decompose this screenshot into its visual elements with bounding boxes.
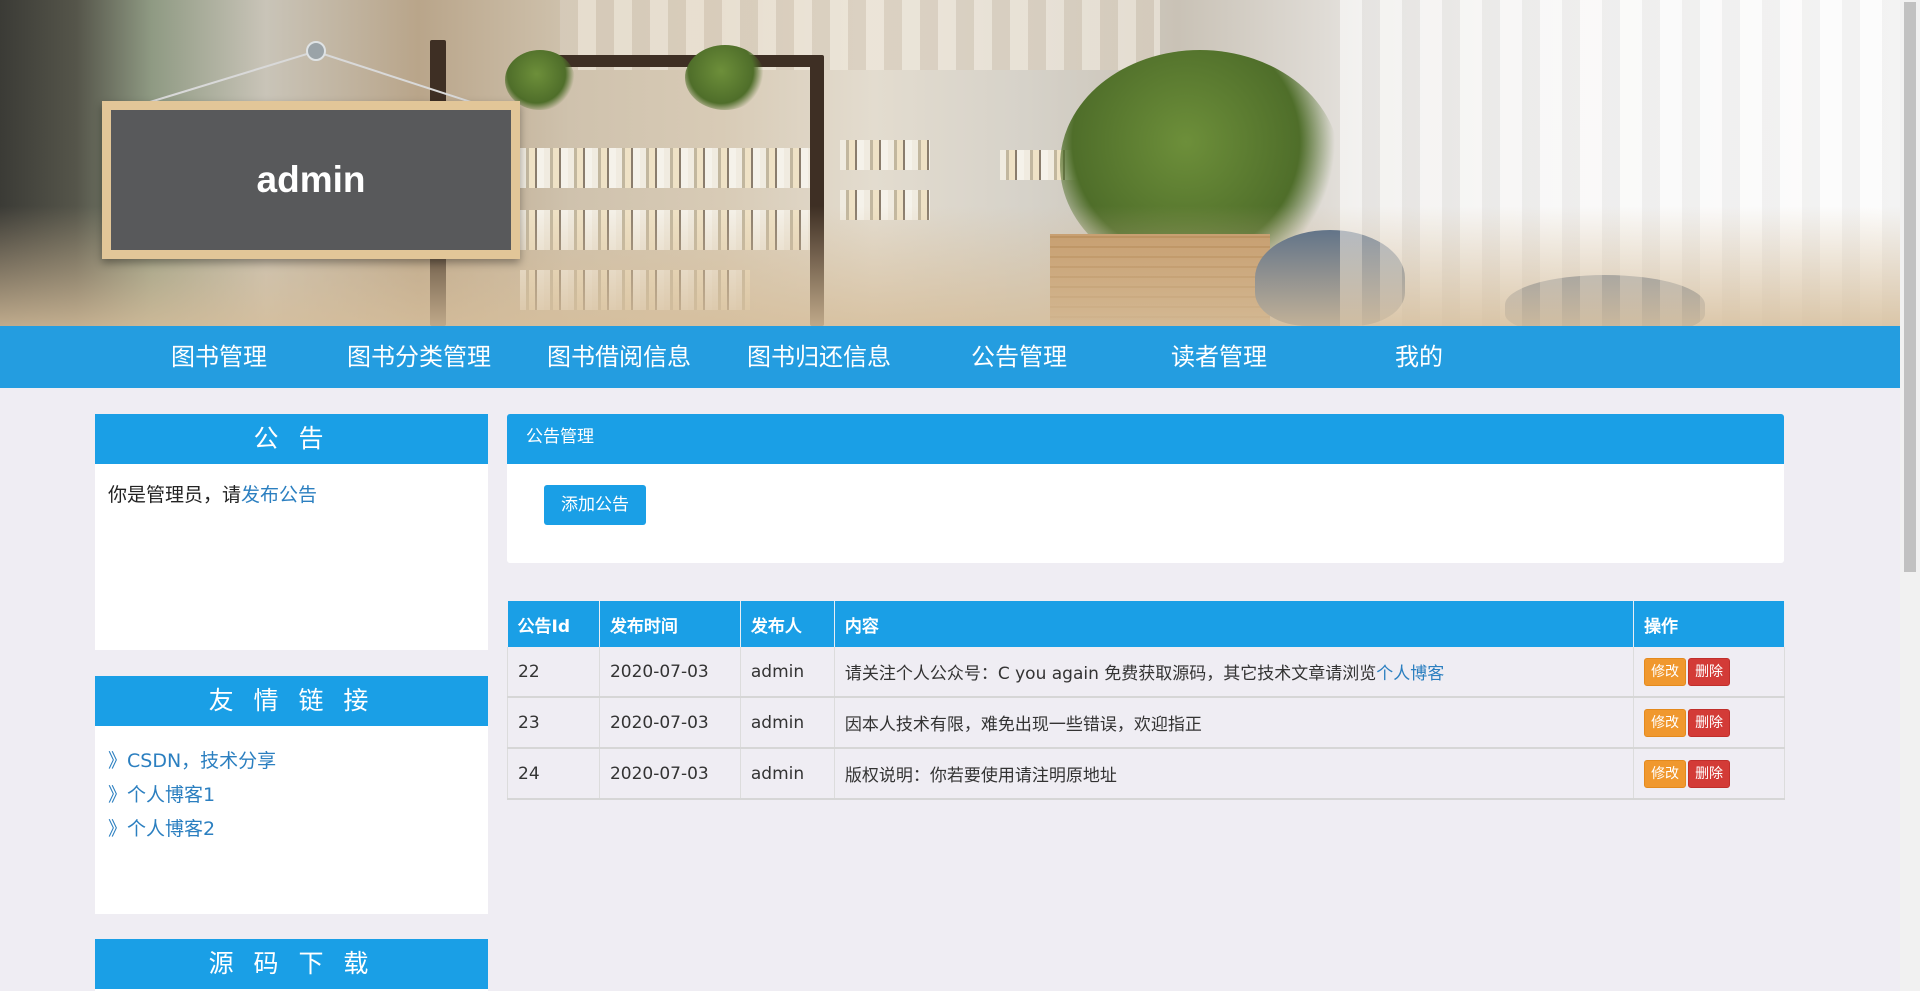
col-header-date: 发布时间	[599, 601, 741, 647]
cell-content: 因本人技术有限，难免出现一些错误，欢迎指正	[834, 697, 1635, 749]
nav-category-management[interactable]: 图书分类管理	[319, 326, 519, 388]
friend-link-blog2[interactable]: 》个人博客2	[108, 812, 475, 846]
cell-id: 23	[507, 697, 600, 749]
col-header-content: 内容	[834, 601, 1635, 647]
edit-button[interactable]: 修改	[1644, 708, 1687, 737]
friend-link-blog1[interactable]: 》个人博客1	[108, 778, 475, 812]
publish-notice-link[interactable]: 发布公告	[241, 484, 317, 506]
nav-mine[interactable]: 我的	[1319, 326, 1519, 388]
header-banner: admin	[0, 0, 1900, 326]
table-header-row: 公告Id 发布时间 发布人 内容 操作	[507, 601, 1785, 647]
friend-link-csdn[interactable]: 》CSDN，技术分享	[108, 744, 475, 778]
cell-date: 2020-07-03	[599, 748, 741, 800]
board-string	[149, 49, 318, 103]
cell-actions: 修改 删除	[1633, 748, 1785, 800]
cell-id: 22	[507, 647, 600, 698]
scrollbar-thumb[interactable]	[1904, 2, 1916, 572]
board-string	[313, 50, 476, 105]
bookshelf-books	[840, 140, 930, 170]
title-board: admin	[102, 101, 520, 259]
add-notice-button[interactable]: 添加公告	[544, 485, 646, 525]
nav-book-management[interactable]: 图书管理	[119, 326, 319, 388]
table-row: 23 2020-07-03 admin 因本人技术有限，难免出现一些错误，欢迎指…	[507, 697, 1785, 749]
blog-link[interactable]: 个人博客	[1376, 664, 1444, 684]
cell-date: 2020-07-03	[599, 647, 741, 698]
source-download-panel: 源 码 下 载	[95, 939, 488, 991]
notice-management-panel: 公告管理 添加公告	[507, 414, 1784, 563]
nav-borrow-info[interactable]: 图书借阅信息	[519, 326, 719, 388]
notice-table: 公告Id 发布时间 发布人 内容 操作 22 2020-07-03 admin …	[507, 601, 1785, 800]
notice-content: 你是管理员，请发布公告	[95, 464, 488, 523]
table-row: 22 2020-07-03 admin 请关注个人公众号：C you again…	[507, 647, 1785, 698]
cell-author: admin	[740, 748, 835, 800]
friend-links-panel: 友 情 链 接 》CSDN，技术分享 》个人博客1 》个人博客2	[95, 676, 488, 914]
cell-actions: 修改 删除	[1633, 697, 1785, 749]
cell-content: 请关注个人公众号：C you again 免费获取源码，其它技术文章请浏览个人博…	[834, 647, 1635, 698]
col-header-actions: 操作	[1633, 601, 1785, 647]
friend-links-list: 》CSDN，技术分享 》个人博客1 》个人博客2	[95, 726, 488, 846]
nav-notice-management[interactable]: 公告管理	[919, 326, 1119, 388]
page-scrollbar[interactable]	[1900, 0, 1920, 991]
col-header-id: 公告Id	[507, 601, 600, 647]
content-text: 请关注个人公众号：C you again 免费获取源码，其它技术文章请浏览	[844, 664, 1377, 684]
cell-id: 24	[507, 748, 600, 800]
notice-panel-title: 公 告	[95, 414, 488, 464]
col-header-author: 发布人	[740, 601, 835, 647]
source-download-title: 源 码 下 载	[95, 939, 488, 989]
cell-date: 2020-07-03	[599, 697, 741, 749]
notice-panel: 公 告 你是管理员，请发布公告	[95, 414, 488, 650]
potted-plant	[685, 45, 765, 110]
bookshelf-books	[520, 148, 820, 188]
edit-button[interactable]: 修改	[1644, 657, 1687, 686]
cell-author: admin	[740, 697, 835, 749]
notice-management-title: 公告管理	[507, 414, 1784, 464]
friend-links-title: 友 情 链 接	[95, 676, 488, 726]
board-pin	[306, 41, 326, 61]
delete-button[interactable]: 删除	[1688, 708, 1731, 737]
cell-content: 版权说明：你若要使用请注明原地址	[834, 748, 1635, 800]
notice-text: 你是管理员，请	[108, 484, 242, 506]
nav-reader-management[interactable]: 读者管理	[1119, 326, 1319, 388]
site-title: admin	[256, 159, 366, 200]
cell-author: admin	[740, 647, 835, 698]
main-nav: 图书管理 图书分类管理 图书借阅信息 图书归还信息 公告管理 读者管理 我的	[0, 326, 1900, 388]
nav-return-info[interactable]: 图书归还信息	[719, 326, 919, 388]
delete-button[interactable]: 删除	[1688, 759, 1731, 788]
edit-button[interactable]: 修改	[1644, 759, 1687, 788]
cell-actions: 修改 删除	[1633, 647, 1785, 698]
delete-button[interactable]: 删除	[1688, 657, 1731, 686]
table-row: 24 2020-07-03 admin 版权说明：你若要使用请注明原地址 修改删…	[507, 748, 1785, 800]
